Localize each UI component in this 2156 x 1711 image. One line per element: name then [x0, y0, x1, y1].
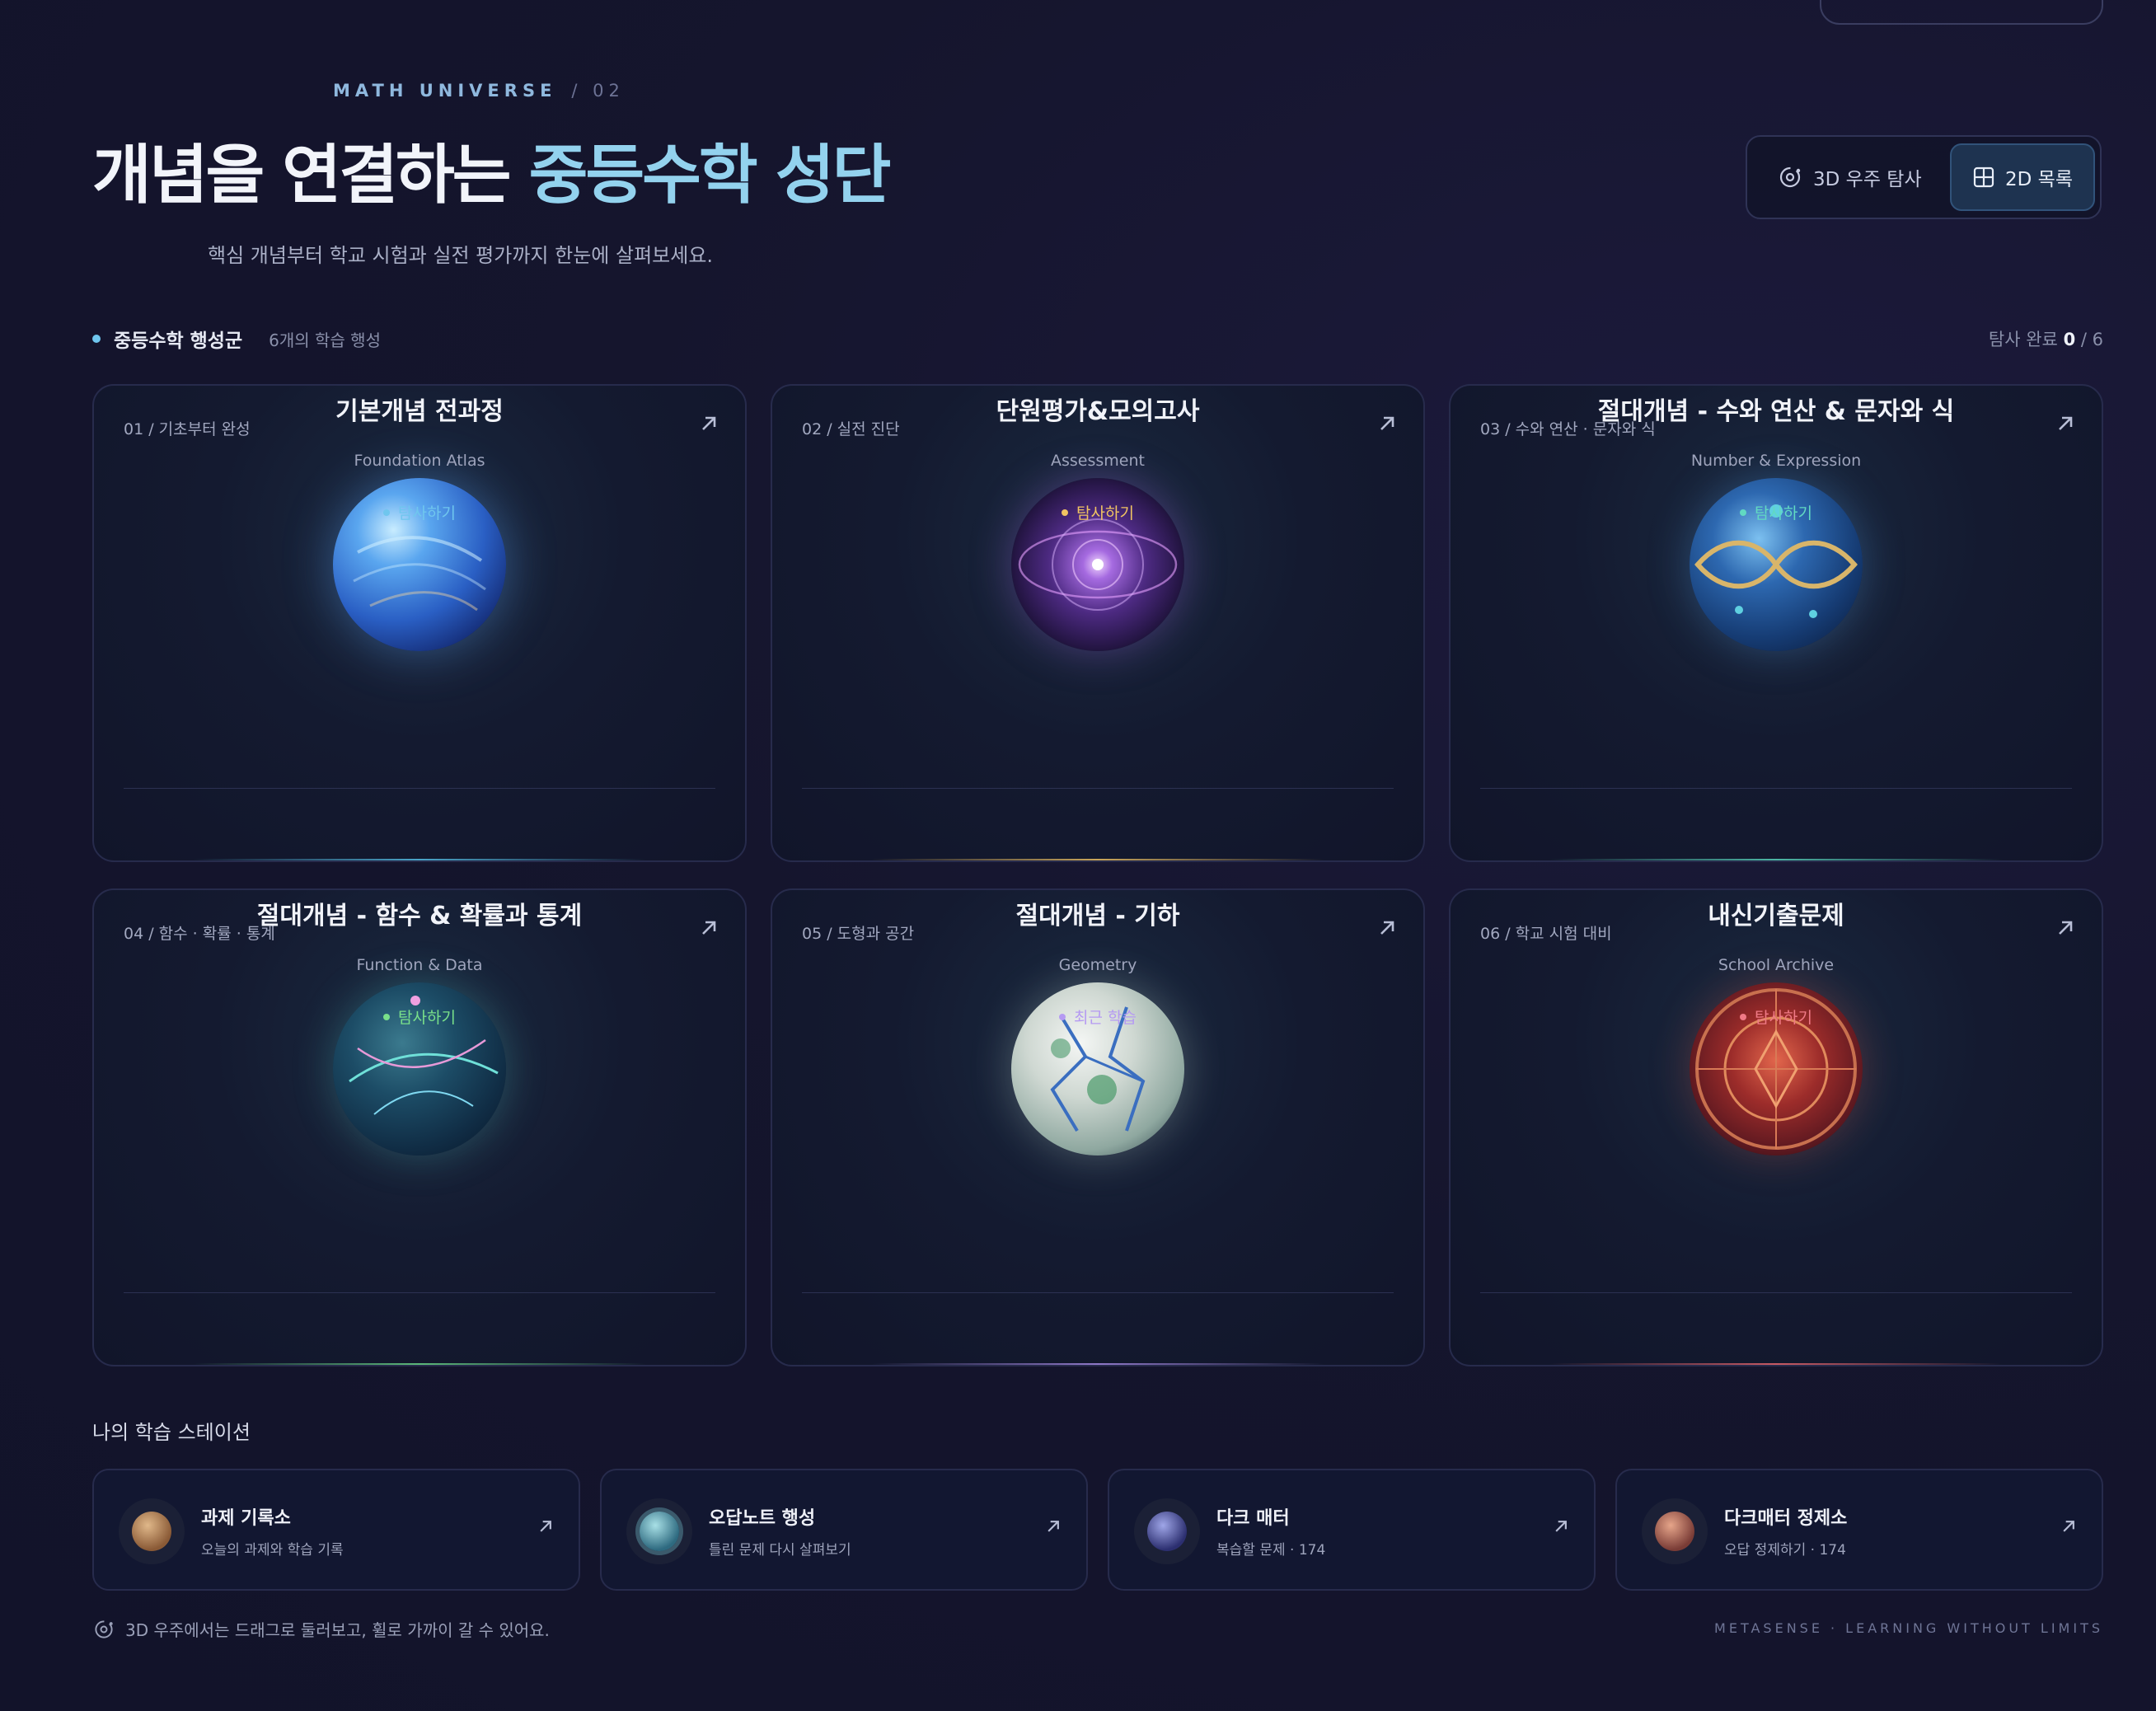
card-title: 절대개념 - 기하	[1015, 902, 1180, 931]
status-dot	[1740, 1013, 1747, 1020]
arrow-up-right-icon[interactable]	[1045, 1518, 1062, 1538]
card-title: 단원평가&모의고사	[996, 397, 1200, 426]
arrow-up-right-icon[interactable]	[1553, 1518, 1569, 1538]
card-subtitle: School Archive	[1718, 956, 1835, 974]
card-subtitle: Geometry	[1058, 956, 1137, 974]
view-3d-button[interactable]: 3D 우주 탐사	[1777, 143, 1922, 211]
planet-card-number-expression[interactable]: 03 / 수와 연산 · 문자와 식 절대개념 - 수와 연산 & 문자와 식 …	[1449, 384, 2103, 862]
station-planet-icon	[626, 1498, 692, 1564]
card-status[interactable]: 탐사하기	[1451, 501, 2102, 523]
card-title: 내신기출문제	[1708, 902, 1844, 931]
view-2d-label: 2D 목록	[2005, 169, 2073, 190]
station-planet-icon	[119, 1498, 185, 1564]
card-status[interactable]: 탐사하기	[94, 501, 745, 523]
status-dot	[383, 509, 391, 516]
orbit-icon	[1777, 164, 1803, 190]
planet-card-assessment[interactable]: 02 / 실전 진단 단원평가&모의고사 Assessment 탐사하기	[771, 384, 1425, 862]
station-title: 오답노트 행성	[709, 1508, 816, 1529]
page-title-accent: 중등수학 성단	[528, 138, 892, 213]
card-status[interactable]: 탐사하기	[772, 501, 1423, 523]
status-label: 최근 학습	[1074, 1009, 1137, 1027]
station-subtitle: 복습할 문제 · 174	[1216, 1542, 1326, 1559]
card-divider	[802, 1292, 1394, 1293]
station-subtitle: 오답 정제하기 · 174	[1724, 1542, 1846, 1559]
stations-title: 나의 학습 스테이션	[92, 1421, 251, 1444]
status-dot	[1740, 509, 1747, 516]
station-wrong-answer-planet[interactable]: 오답노트 행성 틀린 문제 다시 살펴보기	[600, 1469, 1088, 1591]
status-label: 탐사하기	[398, 504, 456, 523]
page-title-main: 개념을 연결하는	[92, 138, 529, 213]
section-count: 6개의 학습 행성	[269, 330, 381, 350]
status-label: 탐사하기	[1755, 504, 1812, 523]
station-assignment-archive[interactable]: 과제 기록소 오늘의 과제와 학습 기록	[92, 1469, 580, 1591]
status-dot	[1062, 509, 1069, 516]
station-title: 다크매터 정제소	[1724, 1508, 1848, 1529]
footer-hint: 3D 우주에서는 드래그로 둘러보고, 휠로 가까이 갈 수 있어요.	[92, 1617, 550, 1641]
section-header: 중등수학 행성군 6개의 학습 행성	[92, 325, 381, 353]
station-subtitle: 오늘의 과제와 학습 기록	[201, 1542, 344, 1559]
view-3d-label: 3D 우주 탐사	[1813, 169, 1922, 190]
top-corner-panel	[1820, 0, 2103, 25]
card-status[interactable]: 탐사하기	[94, 1006, 745, 1028]
progress-done: 0	[2063, 330, 2076, 349]
status-label: 탐사하기	[1755, 1009, 1812, 1027]
station-dark-matter-refinery[interactable]: 다크매터 정제소 오답 정제하기 · 174	[1615, 1469, 2103, 1591]
card-status[interactable]: 최근 학습	[772, 1006, 1423, 1028]
card-divider	[1480, 1292, 2072, 1293]
grid-icon	[1972, 166, 1995, 189]
planet-card-school-archive[interactable]: 06 / 학교 시험 대비 내신기출문제 School Archive 탐사하기	[1449, 888, 2103, 1366]
eyebrow: MATH UNIVERSE/ 02	[333, 81, 625, 101]
arrow-up-right-icon[interactable]	[2060, 1518, 2077, 1538]
card-title: 절대개념 - 수와 연산 & 문자와 식	[1597, 397, 1955, 426]
station-subtitle: 틀린 문제 다시 살펴보기	[709, 1542, 851, 1559]
page-subtitle: 핵심 개념부터 학교 시험과 실전 평가까지 한눈에 살펴보세요.	[208, 244, 714, 267]
card-subtitle: Assessment	[1051, 452, 1145, 470]
orbit-icon	[92, 1618, 115, 1641]
station-title: 다크 매터	[1216, 1508, 1290, 1529]
card-glow-line	[871, 859, 1324, 860]
page-title: 개념을 연결하는 중등수학 성단	[92, 124, 892, 216]
card-divider	[124, 788, 715, 789]
card-subtitle: Number & Expression	[1690, 452, 1862, 470]
station-planet-icon	[1134, 1498, 1200, 1564]
exploration-progress: 탐사 완료 0 / 6	[1989, 326, 2103, 351]
card-status[interactable]: 탐사하기	[1451, 1006, 2102, 1028]
card-subtitle: Foundation Atlas	[354, 452, 485, 470]
status-dot	[1059, 1013, 1066, 1020]
card-title: 기본개념 전과정	[335, 397, 504, 426]
section-dot	[92, 335, 101, 343]
station-dark-matter[interactable]: 다크 매터 복습할 문제 · 174	[1108, 1469, 1596, 1591]
card-glow-line	[193, 1363, 646, 1365]
footer-hint-text: 3D 우주에서는 드래그로 둘러보고, 휠로 가까이 갈 수 있어요.	[125, 1620, 550, 1640]
status-dot	[383, 1013, 391, 1020]
station-planet-icon	[1642, 1498, 1708, 1564]
status-label: 탐사하기	[1076, 504, 1134, 523]
view-2d-button[interactable]: 2D 목록	[1950, 143, 2095, 211]
status-label: 탐사하기	[398, 1009, 456, 1027]
planet-card-foundation[interactable]: 01 / 기초부터 완성 기본개념 전과정 Foundation Atlas 탐…	[92, 384, 747, 862]
section-label: 중등수학 행성군	[114, 330, 243, 352]
card-glow-line	[871, 1363, 1324, 1365]
card-divider	[802, 788, 1394, 789]
arrow-up-right-icon[interactable]	[537, 1518, 554, 1538]
card-divider	[1480, 788, 2072, 789]
progress-label: 탐사 완료	[1988, 330, 2058, 349]
card-glow-line	[1549, 1363, 2003, 1365]
card-glow-line	[193, 859, 646, 860]
card-title: 절대개념 - 함수 & 확률과 통계	[256, 902, 583, 931]
card-subtitle: Function & Data	[356, 956, 483, 974]
planet-card-function-data[interactable]: 04 / 함수 · 확률 · 통계 절대개념 - 함수 & 확률과 통계 Fun…	[92, 888, 747, 1366]
planet-card-geometry[interactable]: 05 / 도형과 공간 절대개념 - 기하 Geometry 최근 학습	[771, 888, 1425, 1366]
card-glow-line	[1549, 859, 2003, 860]
footer-brand: METASENSE · LEARNING WITHOUT LIMITS	[1714, 1620, 2103, 1636]
station-title: 과제 기록소	[201, 1508, 291, 1529]
card-divider	[124, 1292, 715, 1293]
view-toggle: 3D 우주 탐사 2D 목록	[1746, 135, 2102, 219]
progress-total: / 6	[2080, 330, 2103, 349]
eyebrow-number: / 02	[571, 81, 625, 101]
